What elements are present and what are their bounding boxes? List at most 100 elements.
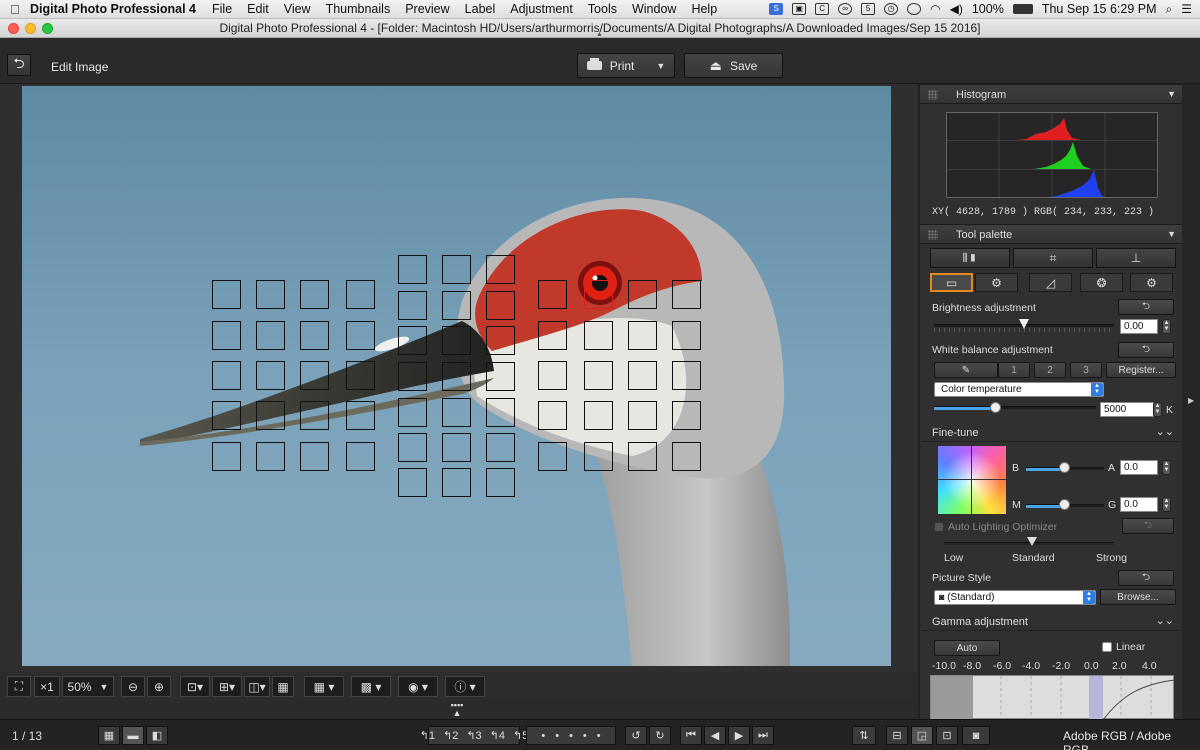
tab-color-adjust[interactable]: ❂	[1080, 273, 1123, 292]
fine-tune-mg-slider-knob[interactable]	[1059, 499, 1070, 510]
chevron-down-icon[interactable]: ▼	[1167, 229, 1176, 239]
wb-preset-2-button[interactable]: 2	[1034, 362, 1066, 378]
af-frame-button[interactable]: ▩ ▾	[351, 676, 391, 697]
zoom-1x-button[interactable]: ×1	[34, 676, 60, 697]
chevron-down-icon[interactable]: ▼	[1167, 89, 1176, 99]
chevron-down-icon[interactable]: ▼	[656, 61, 665, 71]
menu-tools[interactable]: Tools	[588, 2, 617, 16]
gamma-header[interactable]: Gamma adjustment ⌄⌄	[922, 613, 1180, 631]
time-machine-icon[interactable]: ◷	[884, 3, 899, 15]
spotlight-search-icon[interactable]: ⌕	[1166, 2, 1173, 17]
alo-slider-knob[interactable]	[1027, 537, 1037, 546]
picture-style-select[interactable]: ◙ (Standard) ▲ ▼	[934, 590, 1096, 605]
label-dot[interactable]: •	[541, 730, 545, 742]
rating-star-3[interactable]: ↰3	[466, 729, 481, 742]
alo-checkbox[interactable]	[934, 522, 944, 532]
rotate-right-button[interactable]: ↻	[649, 726, 671, 745]
tool-basic-button[interactable]: ⦀▮	[930, 248, 1010, 268]
fine-tune-color-grid[interactable]	[938, 446, 1006, 514]
brightness-stepper[interactable]: ▲ ▼	[1162, 319, 1171, 334]
sort-button[interactable]: ⇅	[852, 726, 876, 745]
menu-view[interactable]: View	[284, 2, 311, 16]
compare-view-button[interactable]: ⊞▾	[212, 676, 242, 697]
first-image-button[interactable]: ⏮	[680, 726, 702, 745]
picture-style-reset-button[interactable]: ⮌	[1118, 570, 1174, 586]
gamma-linear-checkbox[interactable]	[1102, 642, 1112, 652]
histogram-toggle[interactable]: ◲	[911, 726, 933, 745]
histogram-header[interactable]: Histogram ▼	[920, 84, 1182, 104]
menu-label[interactable]: Label	[465, 2, 496, 16]
save-button[interactable]: ⏏ Save	[684, 53, 783, 78]
white-balance-reset-button[interactable]: ⮌	[1118, 342, 1174, 358]
notification-center-icon[interactable]: ☰	[1181, 2, 1192, 16]
menu-preview[interactable]: Preview	[405, 2, 449, 16]
close-window-button[interactable]	[8, 23, 19, 34]
rating-star-4[interactable]: ↰4	[490, 729, 505, 742]
crane-photo[interactable]	[22, 86, 891, 666]
label-dot[interactable]: •	[597, 730, 601, 742]
print-button[interactable]: Print ▼	[577, 53, 675, 78]
double-chevron-icon[interactable]: ⌄⌄	[1156, 425, 1174, 438]
filmstrip-view-button[interactable]: ◧	[146, 726, 168, 745]
info-button[interactable]: ⓘ ▾	[445, 676, 485, 697]
brightness-slider-knob[interactable]	[1019, 319, 1029, 329]
grid-overlay-button[interactable]: ▦ ▾	[304, 676, 344, 697]
wifi-icon[interactable]: ◠	[930, 2, 940, 16]
tool-palette-header[interactable]: Tool palette ▼	[920, 224, 1182, 244]
wb-mode-select[interactable]: Color temperature ▲ ▼	[934, 382, 1104, 397]
collapse-toolbar-icon[interactable]: ▲	[596, 31, 603, 38]
menu-adjustment[interactable]: Adjustment	[510, 2, 573, 16]
status-app-icon[interactable]: S	[769, 3, 784, 15]
single-view-button[interactable]: ▬	[122, 726, 144, 745]
menu-thumbnails[interactable]: Thumbnails	[326, 2, 391, 16]
drag-grip-icon[interactable]	[928, 90, 938, 100]
label-dot[interactable]: •	[583, 730, 587, 742]
fine-tune-ba-slider-knob[interactable]	[1059, 462, 1070, 473]
star-rating[interactable]: ↰1 ↰2 ↰3 ↰4 ↰5	[420, 726, 528, 745]
tab-settings[interactable]: ⚙	[1130, 273, 1173, 292]
af-point-display-button[interactable]: ⊡▾	[180, 676, 210, 697]
white-balance-eyedropper-button[interactable]: ✎	[934, 362, 998, 378]
label-dot[interactable]: •	[555, 730, 559, 742]
double-chevron-icon[interactable]: ⌄⌄	[1156, 614, 1174, 627]
wb-preset-1-button[interactable]: 1	[998, 362, 1030, 378]
camera-settings-toggle[interactable]: ◙	[962, 726, 990, 745]
tab-tone-curve[interactable]: ⚙	[975, 273, 1018, 292]
wb-register-button[interactable]: Register...	[1106, 362, 1176, 378]
status-creative-cloud-icon[interactable]: ∞	[838, 3, 853, 15]
battery-icon[interactable]	[1012, 4, 1033, 14]
chevron-right-icon[interactable]: ▶	[1188, 396, 1194, 405]
highlight-warning-button[interactable]: ◉ ▾	[398, 676, 438, 697]
rating-star-1[interactable]: ↰1	[420, 729, 435, 742]
alo-reset-button[interactable]: ⮌	[1122, 518, 1174, 534]
sync-view-button[interactable]: ▦	[272, 676, 294, 697]
menu-window[interactable]: Window	[632, 2, 676, 16]
zoom-out-button[interactable]: ⊖	[121, 676, 145, 697]
right-panel-collapse-strip[interactable]: ▶	[1182, 84, 1200, 719]
label-dots[interactable]: • • • • •	[526, 726, 616, 745]
fine-tune-g-stepper[interactable]: ▲ ▼	[1162, 497, 1171, 512]
apple-menu-icon[interactable]: 	[0, 2, 30, 17]
fine-tune-g-value[interactable]: 0.0	[1120, 497, 1158, 512]
fine-tune-a-value[interactable]: 0.0	[1120, 460, 1158, 475]
wb-preset-3-button[interactable]: 3	[1070, 362, 1102, 378]
rating-star-2[interactable]: ↰2	[443, 729, 458, 742]
navigator-toggle[interactable]: ⊡	[936, 726, 958, 745]
last-image-button[interactable]: ⏭	[752, 726, 774, 745]
tool-crop-button[interactable]: ⌗	[1013, 248, 1093, 268]
previous-image-button[interactable]: ◀	[704, 726, 726, 745]
menu-edit[interactable]: Edit	[247, 2, 269, 16]
label-dot[interactable]: •	[569, 730, 573, 742]
brightness-reset-button[interactable]: ⮌	[1118, 299, 1174, 315]
menubar-clock[interactable]: Thu Sep 15 6:29 PM	[1042, 2, 1157, 16]
gamma-graph[interactable]	[930, 675, 1175, 719]
status-c-icon[interactable]: C	[815, 3, 830, 15]
status-sync-icon[interactable]: ▣	[792, 3, 807, 15]
zoom-level-select[interactable]: 50% ▼	[62, 676, 114, 697]
tool-stamp-button[interactable]: ⊥	[1096, 248, 1176, 268]
zoom-window-button[interactable]	[42, 23, 53, 34]
split-view-button[interactable]: ◫▾	[244, 676, 270, 697]
rotate-left-button[interactable]: ↺	[625, 726, 647, 745]
tool-palette-toggle[interactable]: ⊟	[886, 726, 908, 745]
tab-tone-adjust[interactable]: ◿	[1029, 273, 1072, 292]
